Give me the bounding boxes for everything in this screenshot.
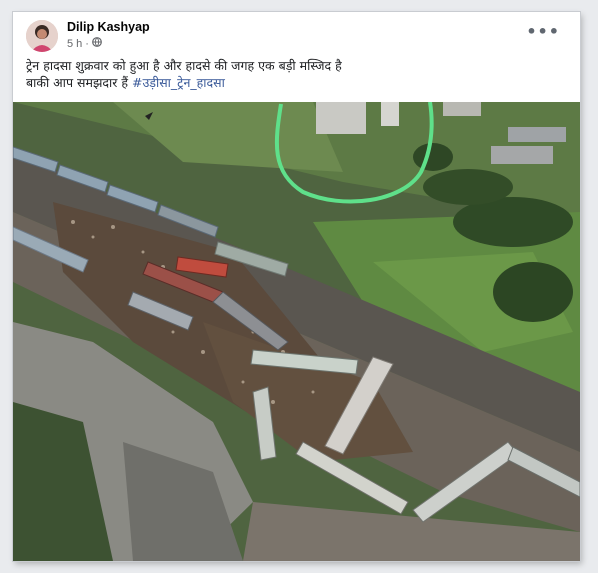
post-photo[interactable] xyxy=(13,102,580,561)
author-avatar[interactable] xyxy=(26,20,58,52)
post-meta: 5 h · xyxy=(67,37,102,50)
post-text: ट्रेन हादसा शुक्रवार को हुआ है और हादसे … xyxy=(26,57,566,91)
post-text-line-2-text: बाकी आप समझदार हैं xyxy=(26,75,132,90)
more-options-icon[interactable]: ••• xyxy=(526,22,560,41)
globe-icon xyxy=(92,37,102,50)
facebook-post-card: Dilip Kashyap 5 h · ••• ट्रेन हादसा शुक्… xyxy=(13,12,580,561)
meta-separator: · xyxy=(85,37,89,50)
post-text-line-1: ट्रेन हादसा शुक्रवार को हुआ है और हादसे … xyxy=(26,58,342,73)
author-name[interactable]: Dilip Kashyap xyxy=(67,20,150,34)
post-text-line-2: बाकी आप समझदार हैं #उड़ीसा_ट्रेन_हादसा xyxy=(26,74,566,91)
hashtag-link[interactable]: #उड़ीसा_ट्रेन_हादसा xyxy=(132,75,225,90)
post-time[interactable]: 5 h xyxy=(67,38,82,50)
